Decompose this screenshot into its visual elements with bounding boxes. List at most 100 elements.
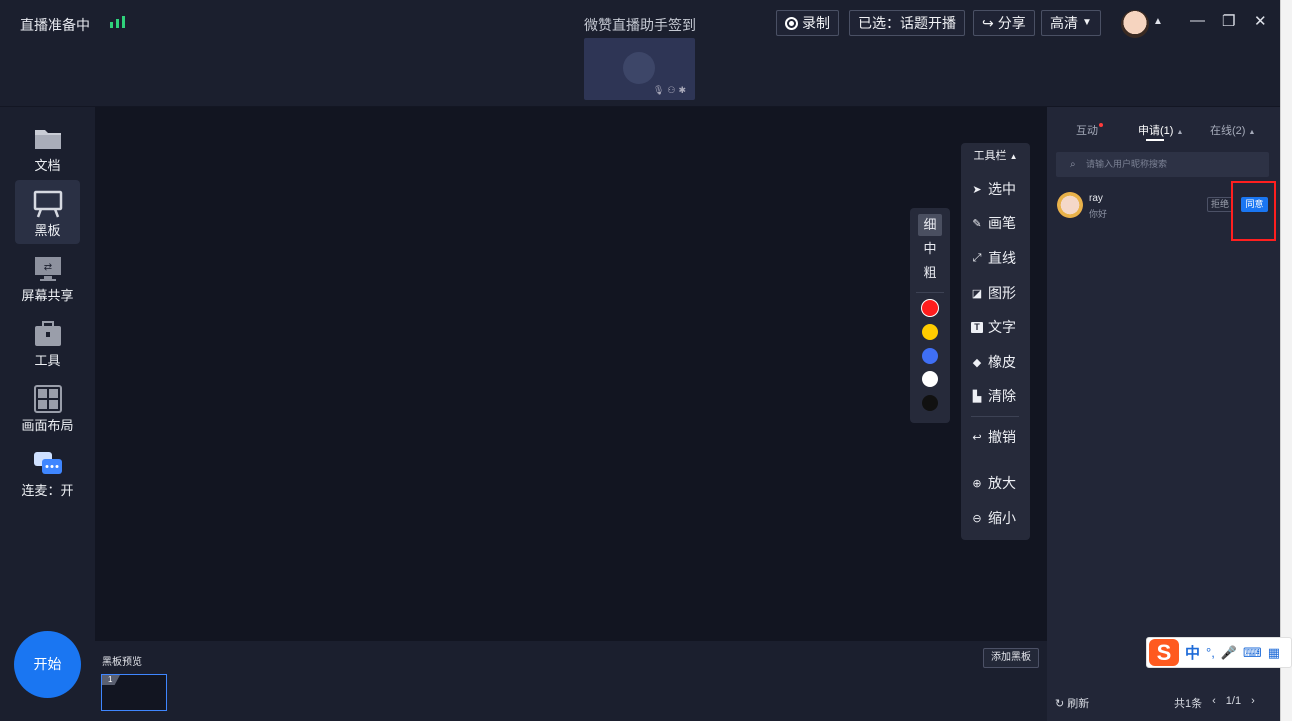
notification-badge xyxy=(1099,123,1103,127)
refresh-button[interactable]: ↻ 刷新 xyxy=(1055,695,1089,711)
drawing-toolbar: 工具栏 ▲ ➤ 选中 ✎ 画笔 ⤢ 直线 ◪ 图形 T 文字 ◆ 橡皮 ▙ 清除 ↩ 撤销 ⊕ 放… xyxy=(961,143,1030,540)
color-white[interactable] xyxy=(922,371,938,387)
caret-up-icon[interactable]: ▲ xyxy=(1153,16,1163,27)
thickness-thick[interactable]: 粗 xyxy=(918,262,942,284)
grid-icon[interactable]: ▦ xyxy=(1268,645,1280,661)
keyboard-icon[interactable]: ⌨ xyxy=(1243,645,1262,661)
total-count: 共1条 xyxy=(1174,698,1203,710)
zoom-in-icon: ⊕ xyxy=(972,477,982,490)
sidebar-item-blackboard[interactable]: 黑板 xyxy=(15,180,80,244)
left-sidebar: 文档 黑板 ⇄ 屏幕共享 工具 画面布局 连麦：开 开始 xyxy=(0,107,94,721)
board-thumbnail[interactable]: 1 xyxy=(101,674,167,711)
cursor-icon: ➤ xyxy=(972,183,982,196)
minimize-icon[interactable]: — xyxy=(1190,12,1205,29)
color-red[interactable] xyxy=(922,300,938,316)
tool-eraser[interactable]: ◆ 橡皮 xyxy=(971,351,1027,373)
quality-select[interactable]: 高清 ▼ xyxy=(1041,10,1101,36)
selected-topic-button[interactable]: 已选：话题开播 xyxy=(849,10,965,36)
blackboard-canvas[interactable] xyxy=(95,107,1047,641)
microphone-icon[interactable]: 🎤 xyxy=(1221,645,1237,661)
tool-text[interactable]: T 文字 xyxy=(971,316,1027,338)
blackboard-icon xyxy=(33,190,63,218)
sidebar-item-tools[interactable]: 工具 xyxy=(15,310,80,374)
restore-icon[interactable]: ❐ xyxy=(1222,12,1235,30)
ime-punct-toggle[interactable]: °, xyxy=(1206,645,1215,660)
sidebar-item-label: 画面布局 xyxy=(21,418,74,433)
chevron-down-icon: ▼ xyxy=(1082,17,1092,28)
prev-page-icon[interactable]: ‹ xyxy=(1212,695,1216,711)
thickness-thin[interactable]: 细 xyxy=(918,214,942,236)
tab-online[interactable]: 在线(2) ▲ xyxy=(1210,122,1255,138)
clear-icon: ▙ xyxy=(972,390,982,403)
text-icon: T xyxy=(971,321,983,333)
window-title: 微赞直播助手签到 xyxy=(584,17,696,33)
page-indicator: 1/1 xyxy=(1225,695,1242,707)
layout-icon xyxy=(34,385,62,413)
tool-label: 直线 xyxy=(988,250,1016,266)
tool-label: 撤销 xyxy=(988,429,1016,445)
camera-thumbnail[interactable]: 🎙⚇✱ xyxy=(584,38,695,100)
reject-button[interactable]: 拒绝 xyxy=(1207,197,1233,212)
tool-label: 缩小 xyxy=(988,510,1016,526)
tab-online-label: 在线(2) xyxy=(1210,125,1246,137)
signal-strength-icon xyxy=(110,16,130,28)
folder-icon xyxy=(35,130,61,149)
tool-line[interactable]: ⤢ 直线 xyxy=(971,247,1027,269)
user-avatar[interactable] xyxy=(1121,10,1149,38)
pen-icon: ✎ xyxy=(972,217,982,230)
tool-label: 文字 xyxy=(988,319,1016,335)
add-board-button[interactable]: 添加黑板 xyxy=(983,648,1039,668)
refresh-icon: ↻ xyxy=(1055,698,1065,710)
tool-pen[interactable]: ✎ 画笔 xyxy=(971,212,1027,234)
camera-control-icons[interactable]: 🎙⚇✱ xyxy=(653,85,689,96)
search-icon: ⌕ xyxy=(1070,159,1076,170)
next-page-icon[interactable]: › xyxy=(1251,695,1255,711)
tool-select[interactable]: ➤ 选中 xyxy=(971,178,1027,200)
share-button[interactable]: ↪ 分享 xyxy=(973,10,1035,36)
color-black[interactable] xyxy=(922,395,938,411)
eraser-icon: ◆ xyxy=(972,356,982,369)
sidebar-item-documents[interactable]: 文档 xyxy=(15,115,80,179)
caret-up-icon: ▲ xyxy=(1009,152,1018,161)
sidebar-item-label: 连麦：开 xyxy=(21,483,74,498)
sidebar-item-layout[interactable]: 画面布局 xyxy=(15,375,80,439)
board-preview-bar: 黑板预览 添加黑板 1 xyxy=(95,641,1047,721)
tool-zoom-in[interactable]: ⊕ 放大 xyxy=(971,472,1027,494)
sidebar-item-screen-share[interactable]: ⇄ 屏幕共享 xyxy=(15,245,80,309)
screen-share-icon: ⇄ xyxy=(35,257,61,281)
sidebar-item-co-host[interactable]: 连麦：开 xyxy=(15,440,80,504)
window-edge xyxy=(1280,0,1292,721)
selected-topic-label: 已选：话题开播 xyxy=(858,15,956,31)
tool-undo[interactable]: ↩ 撤销 xyxy=(971,426,1027,448)
record-label: 录制 xyxy=(802,15,830,31)
caret-up-icon: ▲ xyxy=(1248,129,1256,136)
pagination: 共1条 ‹ 1/1 › xyxy=(1174,695,1255,711)
color-yellow[interactable] xyxy=(922,324,938,340)
toolbox-icon xyxy=(35,321,61,346)
shape-icon: ◪ xyxy=(971,287,983,300)
start-live-button[interactable]: 开始 xyxy=(14,631,81,698)
toolbar-header[interactable]: 工具栏 ▲ xyxy=(961,147,1030,163)
tool-zoom-out[interactable]: ⊖ 缩小 xyxy=(971,507,1027,529)
tab-requests[interactable]: 申请(1) ▲ xyxy=(1138,122,1183,138)
sidebar-item-label: 文档 xyxy=(34,158,61,173)
user-search-input[interactable]: ⌕ 请输入用户昵称搜索 xyxy=(1056,152,1269,177)
record-button[interactable]: 录制 xyxy=(776,10,839,36)
thickness-medium[interactable]: 中 xyxy=(918,238,942,260)
live-status: 直播准备中 xyxy=(20,17,90,33)
line-icon: ⤢ xyxy=(972,251,982,264)
tool-label: 选中 xyxy=(988,181,1016,197)
caret-up-icon: ▲ xyxy=(1176,129,1184,136)
ime-mode-toggle[interactable]: 中 xyxy=(1185,642,1200,663)
highlight-annotation-box xyxy=(1231,181,1276,241)
active-tab-indicator xyxy=(1146,139,1164,141)
close-icon[interactable]: ✕ xyxy=(1254,12,1267,30)
right-panel: 互动 申请(1) ▲ 在线(2) ▲ ⌕ 请输入用户昵称搜索 ray 你好 拒绝… xyxy=(1047,107,1280,721)
ime-logo[interactable]: S xyxy=(1149,639,1179,666)
tool-shape[interactable]: ◪ 图形 xyxy=(971,282,1027,304)
camera-placeholder-avatar xyxy=(623,52,655,84)
tab-interaction[interactable]: 互动 xyxy=(1076,122,1098,138)
ime-toolbar[interactable]: S 中 °, 🎤 ⌨ ▦ xyxy=(1146,637,1292,668)
color-blue[interactable] xyxy=(922,348,938,364)
tool-clear[interactable]: ▙ 清除 xyxy=(971,385,1027,407)
